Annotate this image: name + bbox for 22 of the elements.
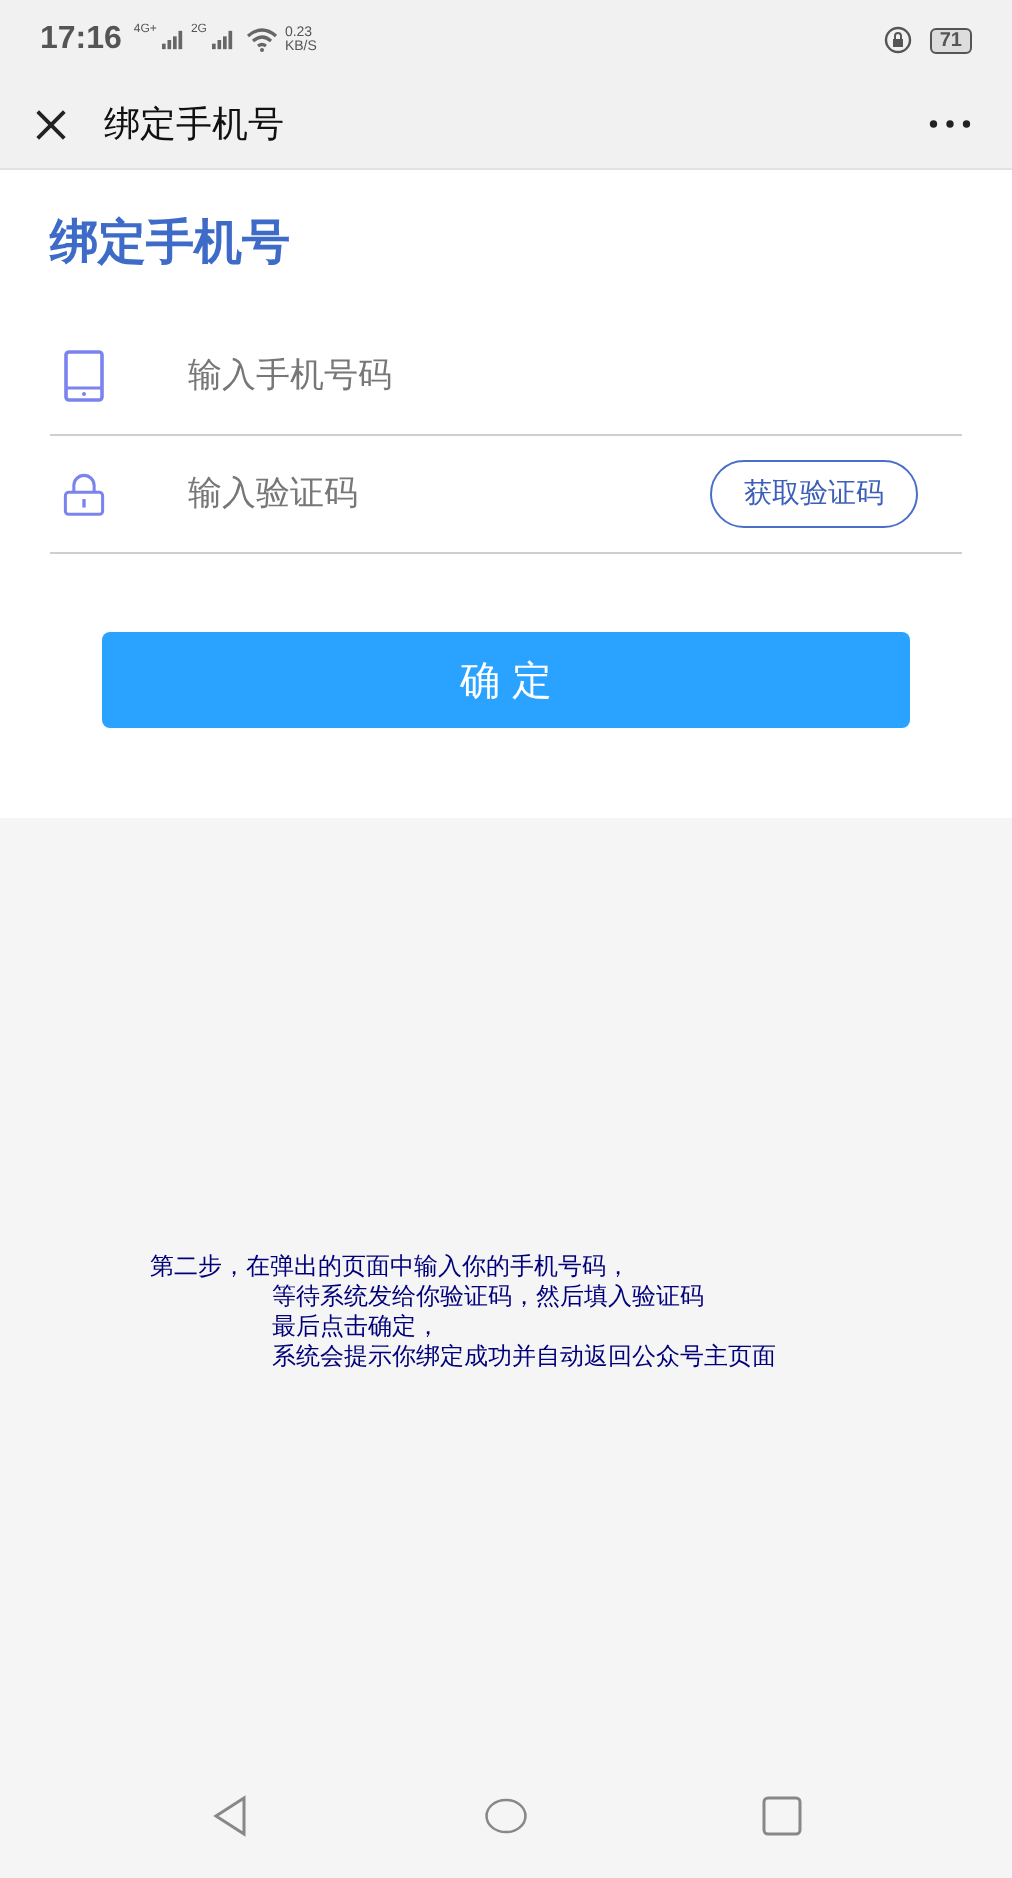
rotation-lock-icon [883, 26, 912, 54]
signal-icon [212, 30, 235, 50]
page-title: 绑定手机号 [104, 102, 284, 148]
instruction-text: 第二步，在弹出的页面中输入你的手机号码， [150, 1252, 632, 1282]
phone-icon [62, 350, 106, 402]
lock-icon [62, 468, 106, 520]
wifi-icon [246, 28, 279, 52]
instruction-text: 等待系统发给你验证码，然后填入验证码 [270, 1282, 706, 1312]
signal-icon [162, 30, 185, 50]
close-icon[interactable] [32, 105, 70, 143]
instruction-text: 最后点击确定， [270, 1312, 442, 1342]
get-code-button[interactable]: 获取验证码 [710, 460, 918, 528]
instruction-text: 系统会提示你绑定成功并自动返回公众号主页面 [270, 1342, 778, 1372]
input-field[interactable]: 输入验证码 [184, 472, 710, 516]
back-icon[interactable] [208, 1794, 252, 1838]
status-time: 17:16 [40, 22, 122, 58]
recents-icon[interactable] [760, 1794, 804, 1838]
home-icon[interactable] [484, 1794, 528, 1838]
input-field[interactable]: 输入手机号码 [184, 354, 962, 398]
more-icon[interactable] [928, 118, 972, 130]
form-heading: 绑定手机号 [50, 210, 292, 274]
battery-indicator: 71 [929, 27, 972, 53]
